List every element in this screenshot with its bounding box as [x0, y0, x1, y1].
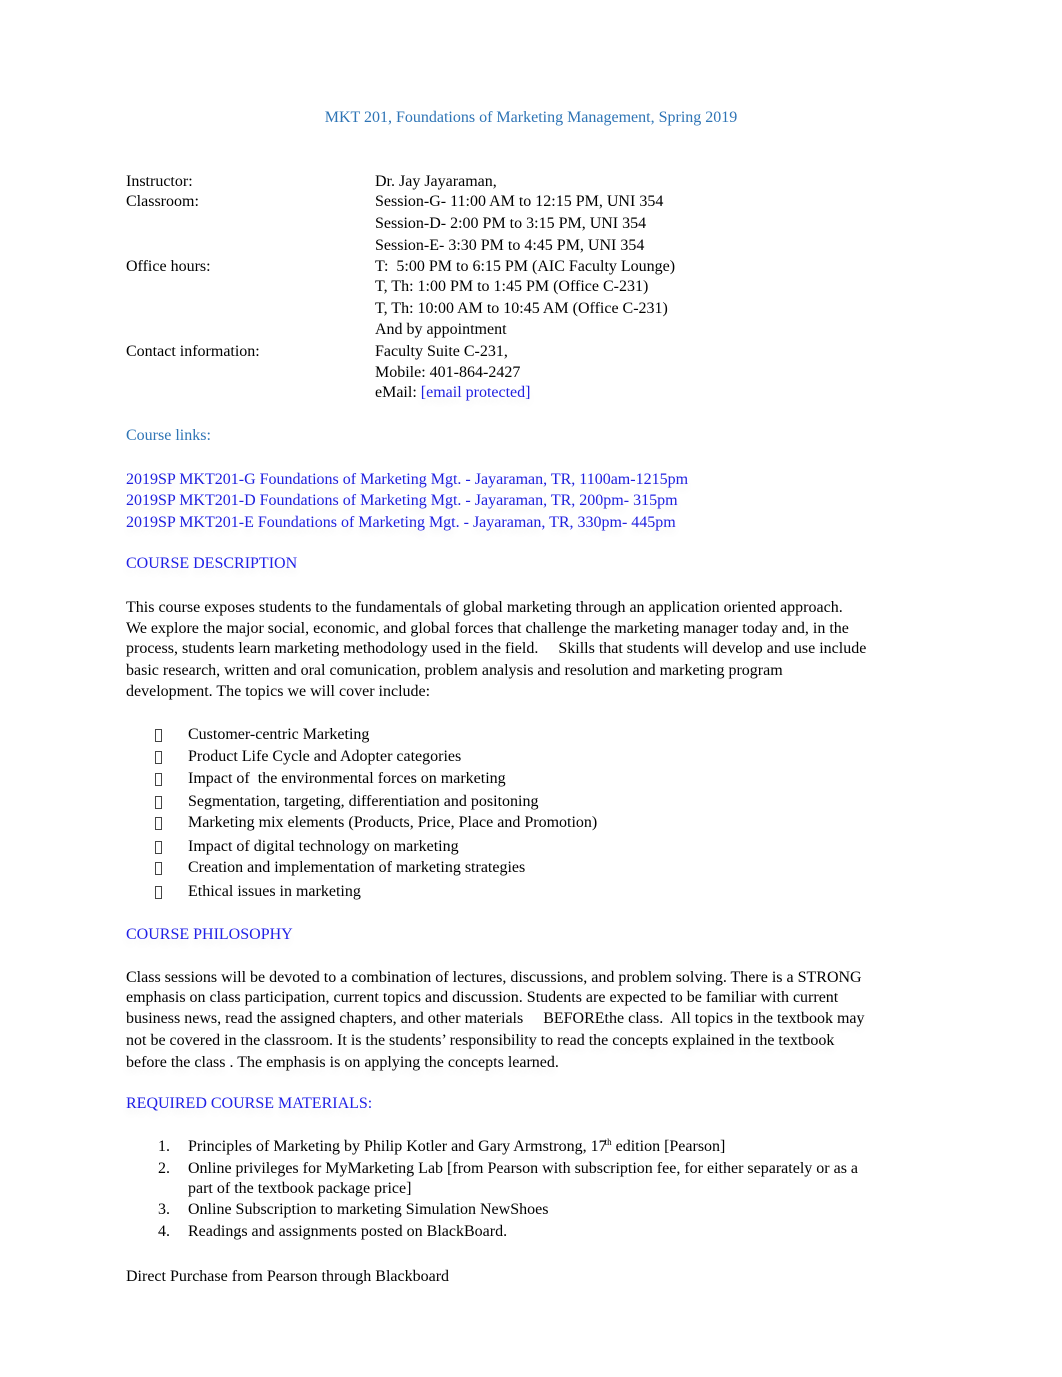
email-prefix: eMail:	[375, 384, 421, 401]
classroom-session: Session-D- 2:00 PM to 3:15 PM, UNI 354	[375, 215, 647, 232]
description-line: process, students learn marketing method…	[126, 640, 867, 657]
list-number: 3.	[158, 1201, 170, 1218]
philosophy-line: emphasis on class participation, current…	[126, 989, 839, 1006]
office-hours-line: T, Th: 10:00 AM to 10:45 AM (Office C-23…	[375, 300, 668, 317]
description-line: development. The topics we will cover in…	[126, 683, 431, 700]
instructor-label: Instructor:	[126, 173, 193, 190]
description-line: We explore the major social, economic, a…	[126, 620, 849, 637]
bullet-icon	[155, 817, 162, 833]
bullet-icon	[155, 729, 162, 745]
bullet-icon	[155, 751, 162, 767]
purchase-note: Direct Purchase from Pearson through Bla…	[126, 1268, 450, 1285]
topic-item: Impact of digital technology on marketin…	[188, 838, 459, 855]
course-description-heading: COURSE DESCRIPTION	[126, 555, 298, 572]
email-link[interactable]: [email protected]	[421, 384, 531, 401]
philosophy-line: before the class . The emphasis is on ap…	[126, 1054, 559, 1071]
material-item: Principles of Marketing by Philip Kotler…	[188, 1137, 725, 1157]
bullet-icon	[155, 862, 162, 878]
office-hours-line: T: 5:00 PM to 6:15 PM (AIC Faculty Loung…	[375, 258, 676, 275]
bullet-icon	[155, 773, 162, 789]
contact-line: Mobile: 401-864-2427	[375, 364, 521, 381]
course-link-d[interactable]: 2019SP MKT201-D Foundations of Marketing…	[126, 491, 678, 511]
material-item: Online Subscription to marketing Simulat…	[188, 1201, 549, 1218]
list-number: 1.	[158, 1138, 170, 1155]
superscript: th	[604, 1136, 612, 1147]
contact-line: Faculty Suite C-231,	[375, 343, 508, 360]
classroom-session: Session-G- 11:00 AM to 12:15 PM, UNI 354	[375, 193, 664, 210]
office-hours-line: And by appointment	[375, 321, 507, 338]
course-link-g[interactable]: 2019SP MKT201-G Foundations of Marketing…	[126, 470, 688, 490]
topic-item: Marketing mix elements (Products, Price,…	[188, 814, 598, 831]
list-number: 4.	[158, 1223, 170, 1240]
description-line: This course exposes students to the fund…	[126, 599, 843, 616]
document-title: MKT 201, Foundations of Marketing Manage…	[324, 109, 738, 126]
course-link-e[interactable]: 2019SP MKT201-E Foundations of Marketing…	[126, 513, 676, 533]
email-line: eMail: [email protected]	[375, 383, 530, 403]
office-hours-line: T, Th: 1:00 PM to 1:45 PM (Office C-231)	[375, 278, 649, 295]
instructor-value: Dr. Jay Jayaraman,	[375, 173, 497, 190]
topic-item: Ethical issues in marketing	[188, 883, 361, 900]
material-text: Principles of Marketing by Philip Kotler…	[188, 1138, 607, 1155]
topic-item: Customer-centric Marketing	[188, 726, 370, 743]
course-philosophy-heading: COURSE PHILOSOPHY	[126, 926, 293, 943]
philosophy-line: business news, read the assigned chapter…	[126, 1010, 865, 1027]
classroom-label: Classroom:	[126, 193, 199, 210]
description-line: basic research, written and oral comunic…	[126, 662, 783, 679]
material-item-continued: part of the textbook package price]	[188, 1180, 412, 1197]
topic-item: Impact of the environmental forces on ma…	[188, 770, 506, 787]
contact-label: Contact information:	[126, 343, 260, 360]
office-hours-label: Office hours:	[126, 258, 211, 275]
topic-item: Segmentation, targeting, differentiation…	[188, 793, 539, 810]
philosophy-line: Class sessions will be devoted to a comb…	[126, 969, 862, 986]
topic-item: Creation and implementation of marketing…	[188, 859, 526, 876]
material-text-end: edition [Pearson]	[611, 1138, 726, 1155]
bullet-icon	[155, 841, 162, 857]
topic-item: Product Life Cycle and Adopter categorie…	[188, 748, 462, 765]
bullet-icon	[155, 796, 162, 812]
philosophy-line: not be covered in the classroom. It is t…	[126, 1032, 835, 1049]
list-number: 2.	[158, 1160, 170, 1177]
course-links-heading: Course links:	[126, 427, 211, 444]
classroom-session: Session-E- 3:30 PM to 4:45 PM, UNI 354	[375, 237, 645, 254]
material-item: Online privileges for MyMarketing Lab [f…	[188, 1160, 859, 1177]
material-item: Readings and assignments posted on Black…	[188, 1223, 508, 1240]
bullet-icon	[155, 886, 162, 902]
required-materials-heading: REQUIRED COURSE MATERIALS:	[126, 1095, 373, 1112]
